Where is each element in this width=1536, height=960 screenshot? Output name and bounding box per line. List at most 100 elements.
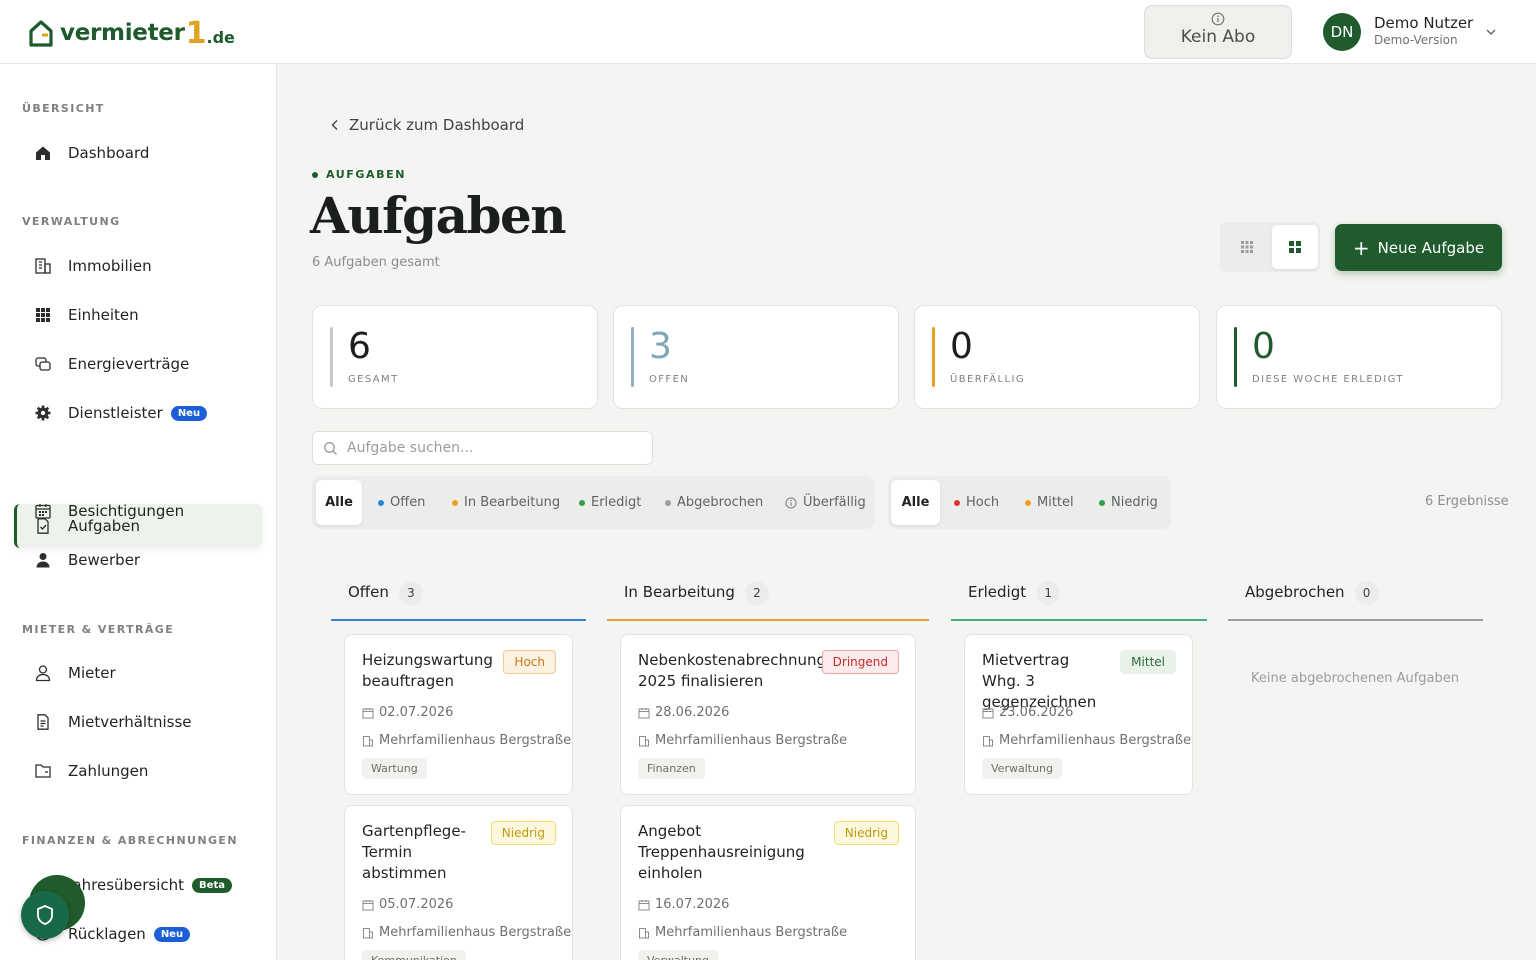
back-to-dashboard-link[interactable]: Zurück zum Dashboard	[330, 116, 524, 134]
stat-label: GESAMT	[348, 374, 399, 385]
column-title: Offen	[348, 583, 389, 601]
sidebar-item-dienstleister[interactable]: Dienstleister Neu	[14, 391, 262, 435]
new-task-button[interactable]: + Neue Aufgabe	[1335, 224, 1502, 271]
brand-logo[interactable]: vermieter 1 .de	[28, 16, 235, 51]
building-icon	[35, 258, 51, 274]
new-badge: Neu	[153, 926, 191, 942]
sidebar-item-mietverhaeltnisse[interactable]: Mietverhältnisse	[14, 700, 262, 744]
task-card[interactable]: Angebot Treppenhausreinigung einholen Ni…	[620, 805, 916, 960]
column-header-abgebrochen: Abgebrochen 0	[1228, 578, 1483, 621]
sidebar-item-bewerber[interactable]: Bewerber	[14, 538, 262, 582]
user-name[interactable]: Demo Nutzer	[1374, 14, 1473, 32]
chevron-left-icon	[331, 120, 338, 130]
status-filter-all[interactable]: Alle	[316, 480, 362, 525]
board-view-button[interactable]	[1272, 225, 1318, 269]
priority-filter-hoch[interactable]: Hoch	[954, 480, 999, 525]
status-dot	[579, 499, 585, 506]
category-tag: Kommunikation	[362, 950, 466, 960]
privacy-shield-button[interactable]	[21, 891, 69, 939]
stat-value: 3	[649, 326, 672, 367]
avatar[interactable]: DN	[1323, 13, 1361, 51]
sidebar-item-label: Energieverträge	[68, 355, 190, 373]
priority-filter-group: Alle Hoch Mittel Niedrig	[888, 476, 1171, 529]
task-title: Nebenkostenabrechnung 2025 finalisieren	[638, 651, 827, 690]
priority-filter-mittel[interactable]: Mittel	[1025, 480, 1074, 525]
building-icon	[639, 927, 649, 938]
task-due-date: 28.06.2026	[638, 705, 729, 720]
column-count: 1	[1036, 581, 1061, 605]
stat-card-total: 6 GESAMT	[312, 305, 598, 409]
stat-accent	[330, 327, 333, 387]
sidebar-item-immobilien[interactable]: Immobilien	[14, 244, 262, 288]
priority-filter-niedrig[interactable]: Niedrig	[1099, 480, 1158, 525]
status-filter-group: Alle Offen In Bearbeitung Erledigt Abgeb…	[312, 476, 874, 529]
column-title: In Bearbeitung	[624, 583, 735, 601]
building-icon	[363, 735, 373, 746]
due-date-text: 28.06.2026	[655, 705, 730, 720]
sidebar-item-dashboard[interactable]: Dashboard	[14, 131, 262, 175]
sidebar-item-einheiten[interactable]: Einheiten	[14, 293, 262, 337]
priority-badge: Niedrig	[833, 821, 899, 845]
sidebar-item-mieter[interactable]: Mieter	[14, 651, 262, 695]
status-filter-erledigt[interactable]: Erledigt	[579, 480, 641, 525]
task-card[interactable]: Nebenkostenabrechnung 2025 finalisieren …	[620, 634, 916, 795]
building-icon	[363, 927, 373, 938]
priority-dot	[954, 499, 960, 506]
status-filter-ueberfaellig[interactable]: Überfällig	[785, 480, 866, 525]
due-date-text: 02.07.2026	[379, 705, 454, 720]
filter-label: In Bearbeitung	[464, 495, 561, 510]
list-view-button[interactable]	[1224, 225, 1270, 269]
task-card[interactable]: Gartenpflege-Termin abstimmen Niedrig 05…	[344, 805, 573, 960]
status-filter-offen[interactable]: Offen	[378, 480, 425, 525]
task-property: Mehrfamilienhaus Bergstraße	[982, 733, 1191, 748]
task-card[interactable]: Mietvertrag Whg. 3 gegenzeichnen Mittel …	[964, 634, 1193, 795]
priority-dot	[1099, 499, 1105, 506]
user-icon	[36, 553, 50, 568]
contracts-icon	[35, 357, 51, 371]
filter-label: Mittel	[1037, 495, 1074, 510]
subscription-label: Kein Abo	[1180, 27, 1256, 47]
grid-icon	[36, 308, 50, 322]
sidebar-section-title: VERWALTUNG	[22, 215, 121, 228]
filter-label: Erledigt	[591, 495, 642, 510]
sidebar-item-energievertraege[interactable]: Energieverträge	[14, 342, 262, 386]
sidebar-item-label: Zahlungen	[68, 762, 149, 780]
task-due-date: 05.07.2026	[362, 897, 453, 912]
empty-column-note: Keine abgebrochenen Aufgaben	[1251, 671, 1459, 686]
status-dot	[378, 499, 384, 506]
task-card[interactable]: Heizungswartung beauftragen Hoch 02.07.2…	[344, 634, 573, 795]
back-link-label: Zurück zum Dashboard	[349, 116, 525, 134]
stat-accent	[932, 327, 935, 387]
sidebar-section-title: FINANZEN & ABRECHNUNGEN	[22, 834, 238, 847]
task-title: Angebot Treppenhausreinigung einholen	[638, 822, 805, 882]
stat-accent	[631, 327, 634, 387]
grid-small-icon	[1241, 241, 1253, 253]
status-filter-in-bearbeitung[interactable]: In Bearbeitung	[452, 480, 560, 525]
search-input[interactable]	[347, 440, 637, 456]
priority-badge: Niedrig	[490, 821, 556, 845]
gear-icon	[35, 405, 51, 421]
priority-filter-all[interactable]: Alle	[891, 480, 940, 525]
stat-card-open: 3 OFFEN	[613, 305, 899, 409]
page-title: Aufgaben	[310, 186, 567, 245]
sidebar-item-label: Rücklagen	[68, 925, 146, 943]
task-title: Heizungswartung beauftragen	[362, 651, 493, 690]
sidebar-item-besichtigungen[interactable]: Besichtigungen	[14, 489, 262, 533]
category-tag: Verwaltung	[638, 950, 718, 960]
document-icon	[37, 714, 49, 730]
grid-large-icon	[1289, 241, 1301, 253]
stat-card-overdue: 0 ÜBERFÄLLIG	[914, 305, 1200, 409]
stat-value: 0	[950, 326, 973, 367]
subscription-button[interactable]: Kein Abo	[1144, 5, 1292, 59]
sidebar-item-zahlungen[interactable]: Zahlungen	[14, 749, 262, 793]
due-date-text: 05.07.2026	[379, 897, 454, 912]
chevron-down-icon[interactable]	[1485, 26, 1497, 38]
sidebar-item-label: Mietverhältnisse	[68, 713, 192, 731]
column-title: Abgebrochen	[1245, 583, 1345, 601]
property-text: Mehrfamilienhaus Bergstraße	[999, 733, 1192, 748]
results-count: 6 Ergebnisse	[1425, 494, 1509, 509]
category-tag: Finanzen	[638, 758, 705, 779]
column-count: 3	[398, 581, 423, 605]
house-logo-icon	[29, 20, 53, 47]
status-filter-abgebrochen[interactable]: Abgebrochen	[665, 480, 763, 525]
